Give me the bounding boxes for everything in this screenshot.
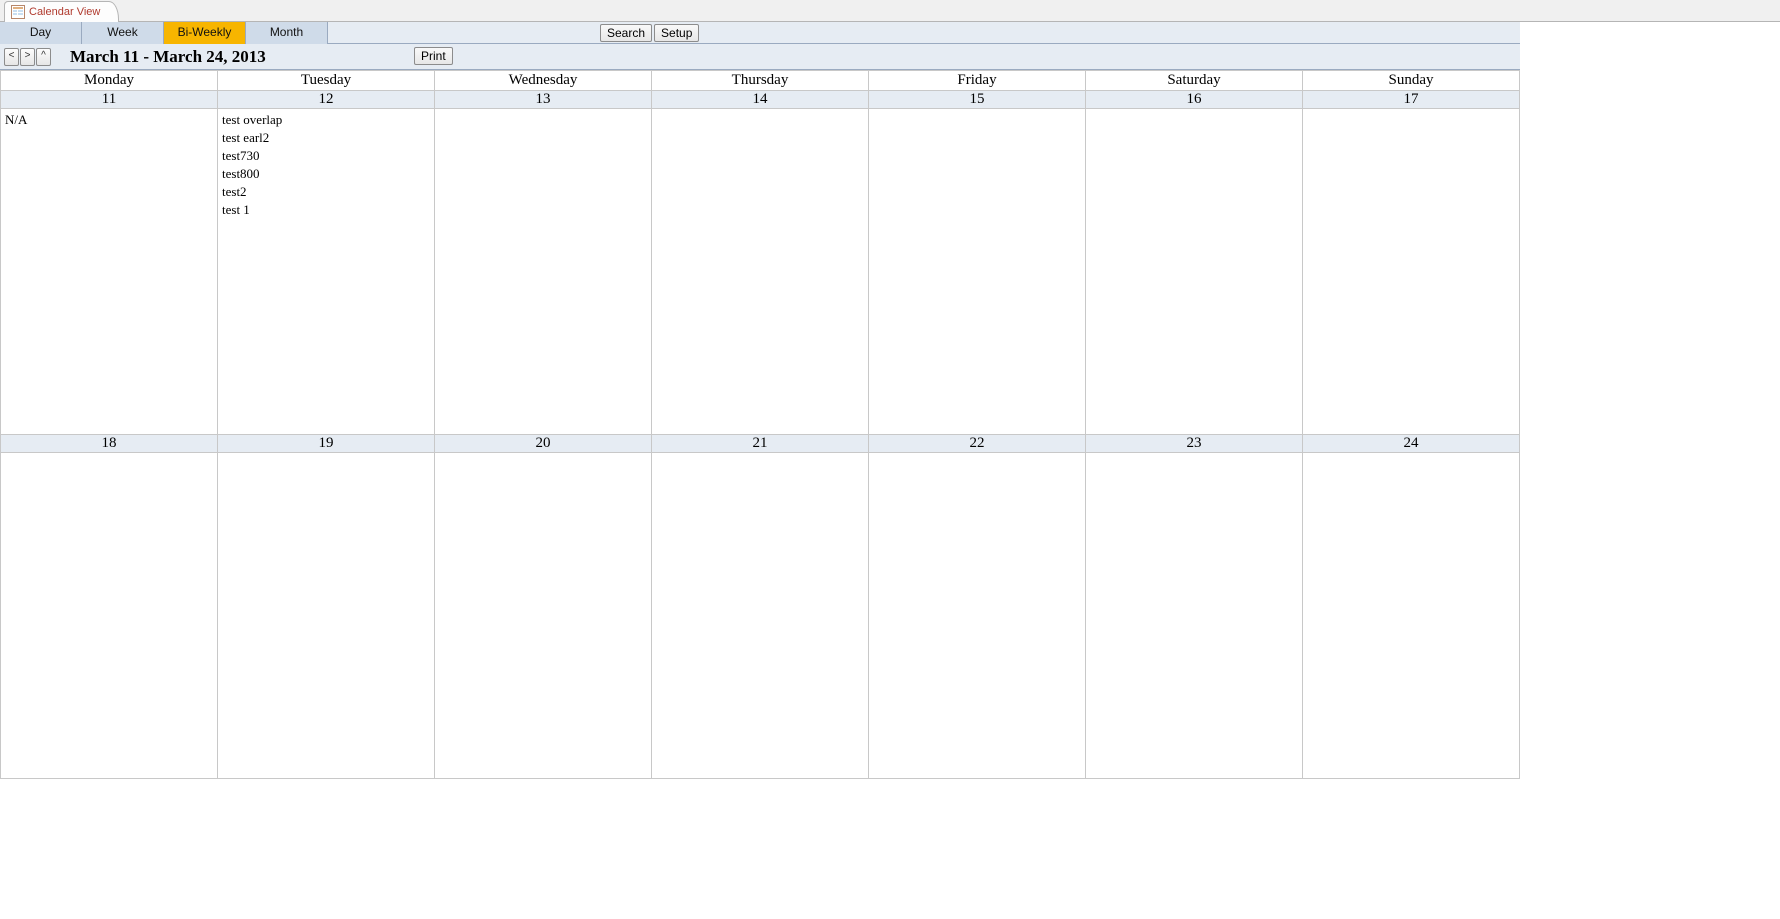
nav-bar: < > ^ March 11 - March 24, 2013 Print xyxy=(0,44,1520,70)
day-cell[interactable] xyxy=(435,109,652,435)
view-mode-bar: Day Week Bi-Weekly Month Search Setup xyxy=(0,22,1520,44)
date-number: 11 xyxy=(1,91,218,109)
date-number: 13 xyxy=(435,91,652,109)
date-range-title: March 11 - March 24, 2013 xyxy=(70,47,266,67)
tab-week[interactable]: Week xyxy=(82,22,164,44)
date-number-row: 18 19 20 21 22 23 24 xyxy=(1,435,1520,453)
calendar-event[interactable]: test730 xyxy=(222,147,430,165)
date-number: 20 xyxy=(435,435,652,453)
day-cell[interactable] xyxy=(1303,109,1520,435)
date-number-row: 11 12 13 14 15 16 17 xyxy=(1,91,1520,109)
calendar-event[interactable]: test800 xyxy=(222,165,430,183)
day-cell[interactable] xyxy=(1086,109,1303,435)
search-button[interactable]: Search xyxy=(600,24,652,42)
day-cell[interactable] xyxy=(435,453,652,779)
date-number: 19 xyxy=(218,435,435,453)
date-number: 16 xyxy=(1086,91,1303,109)
calendar-event[interactable]: N/A xyxy=(5,111,213,129)
date-number: 23 xyxy=(1086,435,1303,453)
day-cell[interactable]: test overlap test earl2 test730 test800 … xyxy=(218,109,435,435)
date-number: 21 xyxy=(652,435,869,453)
day-cell[interactable] xyxy=(218,453,435,779)
weekday-header: Saturday xyxy=(1086,71,1303,91)
day-cell[interactable] xyxy=(1303,453,1520,779)
weekday-header: Wednesday xyxy=(435,71,652,91)
day-cell-row xyxy=(1,453,1520,779)
calendar-grid: Monday Tuesday Wednesday Thursday Friday… xyxy=(0,70,1520,779)
tab-day[interactable]: Day xyxy=(0,22,82,44)
document-tab-label: Calendar View xyxy=(29,6,100,18)
date-number: 15 xyxy=(869,91,1086,109)
tab-month[interactable]: Month xyxy=(246,22,328,44)
day-cell[interactable] xyxy=(869,109,1086,435)
prev-button[interactable]: < xyxy=(4,48,19,66)
print-button[interactable]: Print xyxy=(414,47,453,65)
setup-button[interactable]: Setup xyxy=(654,24,699,42)
day-cell-row: N/A test overlap test earl2 test730 test… xyxy=(1,109,1520,435)
view-tabs: Day Week Bi-Weekly Month xyxy=(0,22,328,44)
date-number: 14 xyxy=(652,91,869,109)
day-cell[interactable] xyxy=(1,453,218,779)
date-number: 17 xyxy=(1303,91,1520,109)
day-cell[interactable]: N/A xyxy=(1,109,218,435)
today-button[interactable]: ^ xyxy=(36,48,51,66)
date-number: 18 xyxy=(1,435,218,453)
form-icon xyxy=(11,5,25,19)
date-number: 22 xyxy=(869,435,1086,453)
calendar-event[interactable]: test overlap xyxy=(222,111,430,129)
weekday-header-row: Monday Tuesday Wednesday Thursday Friday… xyxy=(1,71,1520,91)
tab-biweekly[interactable]: Bi-Weekly xyxy=(164,22,246,44)
calendar-event[interactable]: test 1 xyxy=(222,201,430,219)
calendar-event[interactable]: test2 xyxy=(222,183,430,201)
weekday-header: Friday xyxy=(869,71,1086,91)
day-cell[interactable] xyxy=(652,453,869,779)
day-cell[interactable] xyxy=(869,453,1086,779)
next-button[interactable]: > xyxy=(20,48,35,66)
weekday-header: Sunday xyxy=(1303,71,1520,91)
day-cell[interactable] xyxy=(652,109,869,435)
weekday-header: Thursday xyxy=(652,71,869,91)
date-number: 24 xyxy=(1303,435,1520,453)
day-cell[interactable] xyxy=(1086,453,1303,779)
weekday-header: Tuesday xyxy=(218,71,435,91)
calendar-event[interactable]: test earl2 xyxy=(222,129,430,147)
date-number: 12 xyxy=(218,91,435,109)
weekday-header: Monday xyxy=(1,71,218,91)
document-tab-bar: Calendar View xyxy=(0,0,1780,22)
document-tab-calendar-view[interactable]: Calendar View xyxy=(4,1,119,23)
